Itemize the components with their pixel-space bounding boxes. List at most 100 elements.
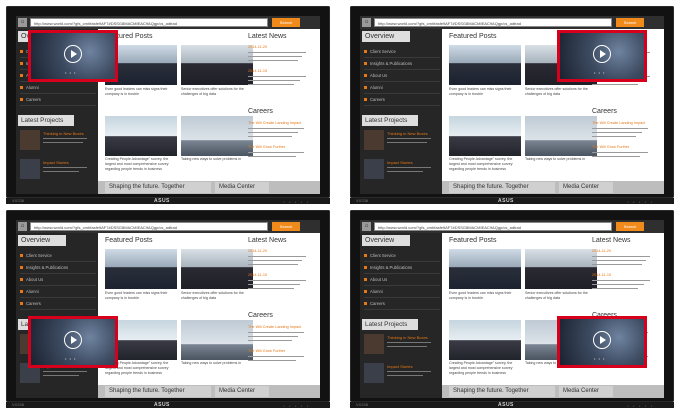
career-link[interactable]: The Will Create Landing Impact bbox=[592, 121, 645, 125]
sidebar-item-careers[interactable]: Careers bbox=[20, 94, 96, 106]
browser-bar: ⌂ http://www.world.com/?gfs_cmhfasfe9AF7… bbox=[16, 220, 320, 233]
video-pager[interactable]: • • • bbox=[65, 70, 76, 75]
media-center-tab[interactable]: Media Center bbox=[559, 386, 613, 397]
bottom-bar: Shaping the future. Together Media Cente… bbox=[98, 385, 320, 398]
career-link[interactable]: The Will Grow Further bbox=[248, 349, 285, 353]
monitor-buttons[interactable]: • • • • • bbox=[283, 404, 310, 408]
post-image[interactable] bbox=[105, 249, 177, 289]
career-link[interactable]: The Will Grow Further bbox=[248, 145, 285, 149]
media-center-tab[interactable]: Media Center bbox=[215, 386, 269, 397]
project-item[interactable]: Impact Stories bbox=[364, 159, 440, 185]
video-popup[interactable]: • • • bbox=[557, 316, 647, 368]
career-text-line bbox=[248, 136, 292, 137]
sidebar-item-alumni[interactable]: Alumni bbox=[20, 286, 96, 298]
news-date[interactable]: 2014-11-20 bbox=[248, 249, 267, 253]
search-button[interactable]: Search bbox=[272, 222, 300, 231]
post-image[interactable] bbox=[525, 116, 597, 156]
address-bar[interactable]: http://www.world.com/?gfs_cmhfasfe9AF7#D… bbox=[30, 222, 268, 231]
play-icon[interactable] bbox=[593, 331, 611, 350]
project-item[interactable]: Thinking in New Boxes bbox=[364, 130, 440, 156]
sidebar-item-insights[interactable]: Insights & Publications bbox=[364, 262, 440, 274]
sidebar-item-careers[interactable]: Careers bbox=[20, 298, 96, 310]
project-text-line bbox=[43, 167, 87, 168]
post-image[interactable] bbox=[181, 320, 253, 360]
home-icon[interactable]: ⌂ bbox=[362, 18, 371, 27]
home-icon[interactable]: ⌂ bbox=[18, 222, 27, 231]
media-center-tab[interactable]: Media Center bbox=[559, 182, 613, 193]
search-button[interactable]: Search bbox=[616, 222, 644, 231]
sidebar-item-careers[interactable]: Careers bbox=[364, 298, 440, 310]
video-pager[interactable]: • • • bbox=[594, 70, 605, 75]
sidebar-item-client-service[interactable]: Client Service bbox=[20, 250, 96, 262]
news-text-line bbox=[248, 52, 306, 53]
post-image[interactable] bbox=[181, 249, 253, 289]
address-bar[interactable]: http://www.world.com/?gfs_cmhfasfe9AF7#D… bbox=[374, 18, 612, 27]
sidebar-item-client-service[interactable]: Client Service bbox=[364, 46, 440, 58]
project-item[interactable]: Impact Stories bbox=[20, 159, 96, 185]
news-date[interactable]: 2014-11-15 bbox=[592, 273, 611, 277]
career-text-line bbox=[592, 156, 640, 157]
news-date[interactable]: 2014-11-20 bbox=[592, 249, 611, 253]
monitor-buttons[interactable]: • • • • • bbox=[627, 404, 654, 408]
sidebar-item-alumni[interactable]: Alumni bbox=[20, 82, 96, 94]
shaping-the-future-tab[interactable]: Shaping the future. Together bbox=[105, 182, 211, 193]
shaping-the-future-tab[interactable]: Shaping the future. Together bbox=[449, 386, 555, 397]
project-item[interactable]: Impact Stories bbox=[364, 363, 440, 389]
video-popup[interactable]: • • • bbox=[28, 316, 118, 368]
monitor-buttons[interactable]: • • • • • bbox=[627, 200, 654, 204]
project-item[interactable]: Thinking in New Boxes bbox=[20, 130, 96, 156]
post-image[interactable] bbox=[449, 249, 521, 289]
address-bar[interactable]: http://www.world.com/?gfs_cmhfasfe9AF7#D… bbox=[30, 18, 268, 27]
sidebar-nav: Client Service Insights & Publications A… bbox=[364, 46, 440, 106]
browser-bar: ⌂ http://www.world.com/?gfs_cmhfasfe9AF7… bbox=[360, 16, 664, 29]
post-image[interactable] bbox=[449, 320, 521, 360]
news-date[interactable]: 2014-11-15 bbox=[248, 69, 267, 73]
search-button[interactable]: Search bbox=[272, 18, 300, 27]
project-item[interactable]: Thinking in New Boxes bbox=[364, 334, 440, 360]
sidebar-item-client-service[interactable]: Client Service bbox=[364, 250, 440, 262]
news-date[interactable]: 2014-11-20 bbox=[248, 45, 267, 49]
home-icon[interactable]: ⌂ bbox=[362, 222, 371, 231]
sidebar-item-alumni[interactable]: Alumni bbox=[364, 82, 440, 94]
post-image[interactable] bbox=[181, 116, 253, 156]
video-popup[interactable]: • • • bbox=[28, 30, 118, 82]
sidebar-item-careers[interactable]: Careers bbox=[364, 94, 440, 106]
shaping-the-future-tab[interactable]: Shaping the future. Together bbox=[105, 386, 211, 397]
career-text-line bbox=[248, 340, 292, 341]
media-center-tab[interactable]: Media Center bbox=[215, 182, 269, 193]
post-image[interactable] bbox=[181, 45, 253, 85]
bullet-icon bbox=[364, 290, 367, 294]
sidebar-item-about-us[interactable]: About Us bbox=[364, 274, 440, 286]
career-link[interactable]: The Will Create Landing Impact bbox=[248, 325, 301, 329]
shaping-the-future-tab[interactable]: Shaping the future. Together bbox=[449, 182, 555, 193]
monitor-buttons[interactable]: • • • • • bbox=[283, 200, 310, 204]
play-icon[interactable] bbox=[593, 45, 611, 64]
sidebar-item-alumni[interactable]: Alumni bbox=[364, 286, 440, 298]
sidebar-item-about-us[interactable]: About Us bbox=[20, 274, 96, 286]
sidebar-item-insights[interactable]: Insights & Publications bbox=[20, 262, 96, 274]
career-link[interactable]: The Will Grow Further bbox=[592, 145, 629, 149]
post-image[interactable] bbox=[525, 249, 597, 289]
home-icon[interactable]: ⌂ bbox=[18, 18, 27, 27]
play-icon[interactable] bbox=[64, 45, 82, 64]
project-title: Impact Stories bbox=[43, 160, 69, 165]
video-pager[interactable]: • • • bbox=[65, 356, 76, 361]
post-image[interactable] bbox=[449, 45, 521, 85]
play-icon[interactable] bbox=[64, 331, 82, 350]
career-text-line bbox=[592, 132, 642, 133]
news-text-line bbox=[248, 76, 306, 77]
news-text-line bbox=[592, 260, 646, 261]
post-caption: Creating People Advantage" survey, the l… bbox=[449, 157, 513, 171]
news-date[interactable]: 2014-11-15 bbox=[248, 273, 267, 277]
post-image[interactable] bbox=[105, 116, 177, 156]
sidebar-item-insights[interactable]: Insights & Publications bbox=[364, 58, 440, 70]
project-text-line bbox=[387, 375, 423, 376]
search-button[interactable]: Search bbox=[616, 18, 644, 27]
sidebar-item-about-us[interactable]: About Us bbox=[364, 70, 440, 82]
career-link[interactable]: The Will Create Landing Impact bbox=[248, 121, 301, 125]
post-image[interactable] bbox=[449, 116, 521, 156]
video-pager[interactable]: • • • bbox=[594, 356, 605, 361]
monitor-base: VX238 ASUS • • • • • bbox=[350, 198, 674, 204]
address-bar[interactable]: http://www.world.com/?gfs_cmhfasfe9AF7#D… bbox=[374, 222, 612, 231]
video-popup[interactable]: • • • bbox=[557, 30, 647, 82]
